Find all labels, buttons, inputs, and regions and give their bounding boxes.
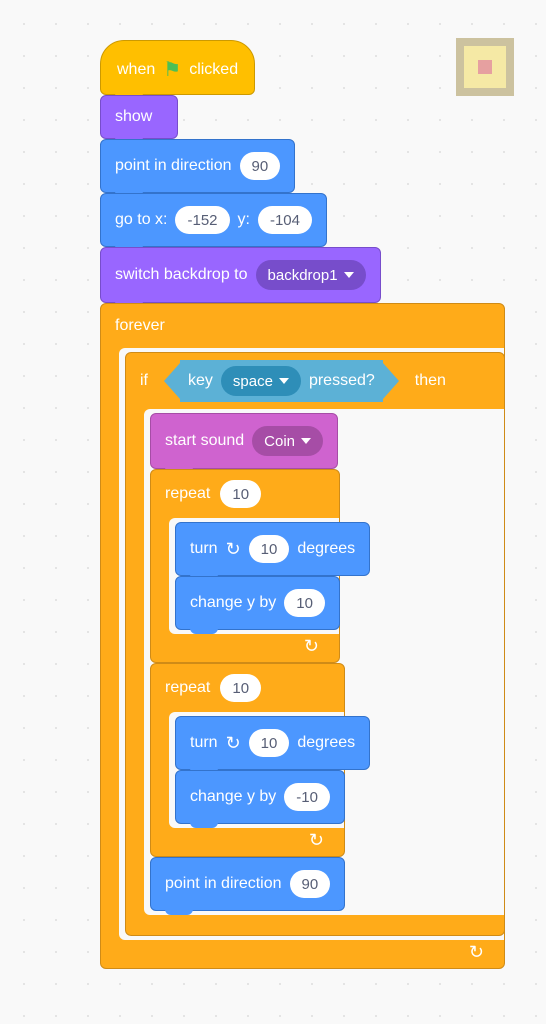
backdrop-dropdown-value: backdrop1 [268, 267, 338, 284]
turn1-label-pre: turn [190, 540, 218, 558]
loop-arrow-icon: ↻ [309, 830, 324, 851]
backdrop-dropdown[interactable]: backdrop1 [256, 260, 366, 290]
rotate-cw-icon: ↻ [226, 733, 241, 754]
goto-label-pre: go to x: [115, 211, 167, 229]
repeat2-header: repeat 10 [151, 664, 344, 712]
goto-xy-block[interactable]: go to x: -152 y: -104 [100, 193, 327, 247]
start-sound-label: start sound [165, 432, 244, 450]
chevron-down-icon [279, 378, 289, 384]
changey2-label: change y by [190, 788, 276, 806]
chevron-down-icon [344, 272, 354, 278]
if-footer [126, 915, 504, 935]
goto-label-mid: y: [238, 211, 250, 229]
start-sound-block[interactable]: start sound Coin [150, 413, 338, 469]
point-dir2-label: point in direction [165, 875, 282, 893]
forever-block[interactable]: forever if key space [100, 303, 505, 969]
show-block[interactable]: show [100, 95, 178, 139]
key-label-post: pressed? [309, 372, 375, 390]
changey1-input[interactable]: 10 [284, 589, 325, 617]
forever-header: forever [101, 304, 504, 348]
if-label: if [140, 372, 148, 390]
change-y-block-2[interactable]: change y by -10 [175, 770, 345, 824]
point-direction-block[interactable]: point in direction 90 [100, 139, 295, 193]
loop-arrow-icon: ↻ [469, 942, 484, 963]
forever-label: forever [115, 317, 165, 335]
when-flag-clicked-block[interactable]: when ⚑ clicked [100, 40, 255, 95]
repeat-block-1[interactable]: repeat 10 turn ↻ 10 degrees [150, 469, 340, 663]
if-body: start sound Coin repeat 10 [144, 409, 504, 915]
key-dropdown-value: space [233, 373, 273, 390]
key-label-pre: key [188, 372, 213, 390]
key-dropdown[interactable]: space [221, 366, 301, 396]
repeat1-header: repeat 10 [151, 470, 339, 518]
key-pressed-reporter[interactable]: key space pressed? [180, 363, 383, 399]
changey2-input[interactable]: -10 [284, 783, 330, 811]
point-direction-block-2[interactable]: point in direction 90 [150, 857, 345, 911]
forever-footer: ↻ [101, 940, 504, 968]
if-block[interactable]: if key space pressed? [125, 352, 505, 936]
if-header: if key space pressed? [126, 353, 504, 409]
goto-x-input[interactable]: -152 [175, 206, 229, 234]
turn2-label-post: degrees [297, 734, 355, 752]
repeat2-label: repeat [165, 679, 210, 697]
turn2-input[interactable]: 10 [249, 729, 290, 757]
script-stack[interactable]: when ⚑ clicked show point in direction 9… [100, 40, 505, 969]
chevron-down-icon [301, 438, 311, 444]
point-dir-label: point in direction [115, 157, 232, 175]
rotate-cw-icon: ↻ [226, 539, 241, 560]
workspace[interactable]: when ⚑ clicked show point in direction 9… [0, 0, 546, 1024]
turn-cw-block-1[interactable]: turn ↻ 10 degrees [175, 522, 370, 576]
repeat1-label: repeat [165, 485, 210, 503]
point-dir-input[interactable]: 90 [240, 152, 281, 180]
repeat1-body: turn ↻ 10 degrees change y by 10 [169, 518, 339, 634]
repeat-block-2[interactable]: repeat 10 turn ↻ 10 degrees [150, 663, 345, 857]
hat-label-post: clicked [189, 61, 238, 79]
sound-dropdown-value: Coin [264, 433, 295, 450]
switch-bd-label: switch backdrop to [115, 266, 248, 284]
point-dir2-input[interactable]: 90 [290, 870, 331, 898]
changey1-label: change y by [190, 594, 276, 612]
goto-y-input[interactable]: -104 [258, 206, 312, 234]
repeat2-body: turn ↻ 10 degrees change y by -10 [169, 712, 344, 828]
show-label: show [115, 108, 152, 126]
switch-backdrop-block[interactable]: switch backdrop to backdrop1 [100, 247, 381, 303]
turn-cw-block-2[interactable]: turn ↻ 10 degrees [175, 716, 370, 770]
repeat1-input[interactable]: 10 [220, 480, 261, 508]
turn2-label-pre: turn [190, 734, 218, 752]
green-flag-icon: ⚑ [163, 57, 181, 82]
change-y-block-1[interactable]: change y by 10 [175, 576, 340, 630]
repeat2-footer: ↻ [151, 828, 344, 856]
loop-arrow-icon: ↻ [304, 636, 319, 657]
hat-label-pre: when [117, 61, 155, 79]
then-label: then [415, 372, 446, 390]
turn1-input[interactable]: 10 [249, 535, 290, 563]
turn1-label-post: degrees [297, 540, 355, 558]
forever-body: if key space pressed? [119, 348, 504, 940]
repeat1-footer: ↻ [151, 634, 339, 662]
repeat2-input[interactable]: 10 [220, 674, 261, 702]
sound-dropdown[interactable]: Coin [252, 426, 323, 456]
